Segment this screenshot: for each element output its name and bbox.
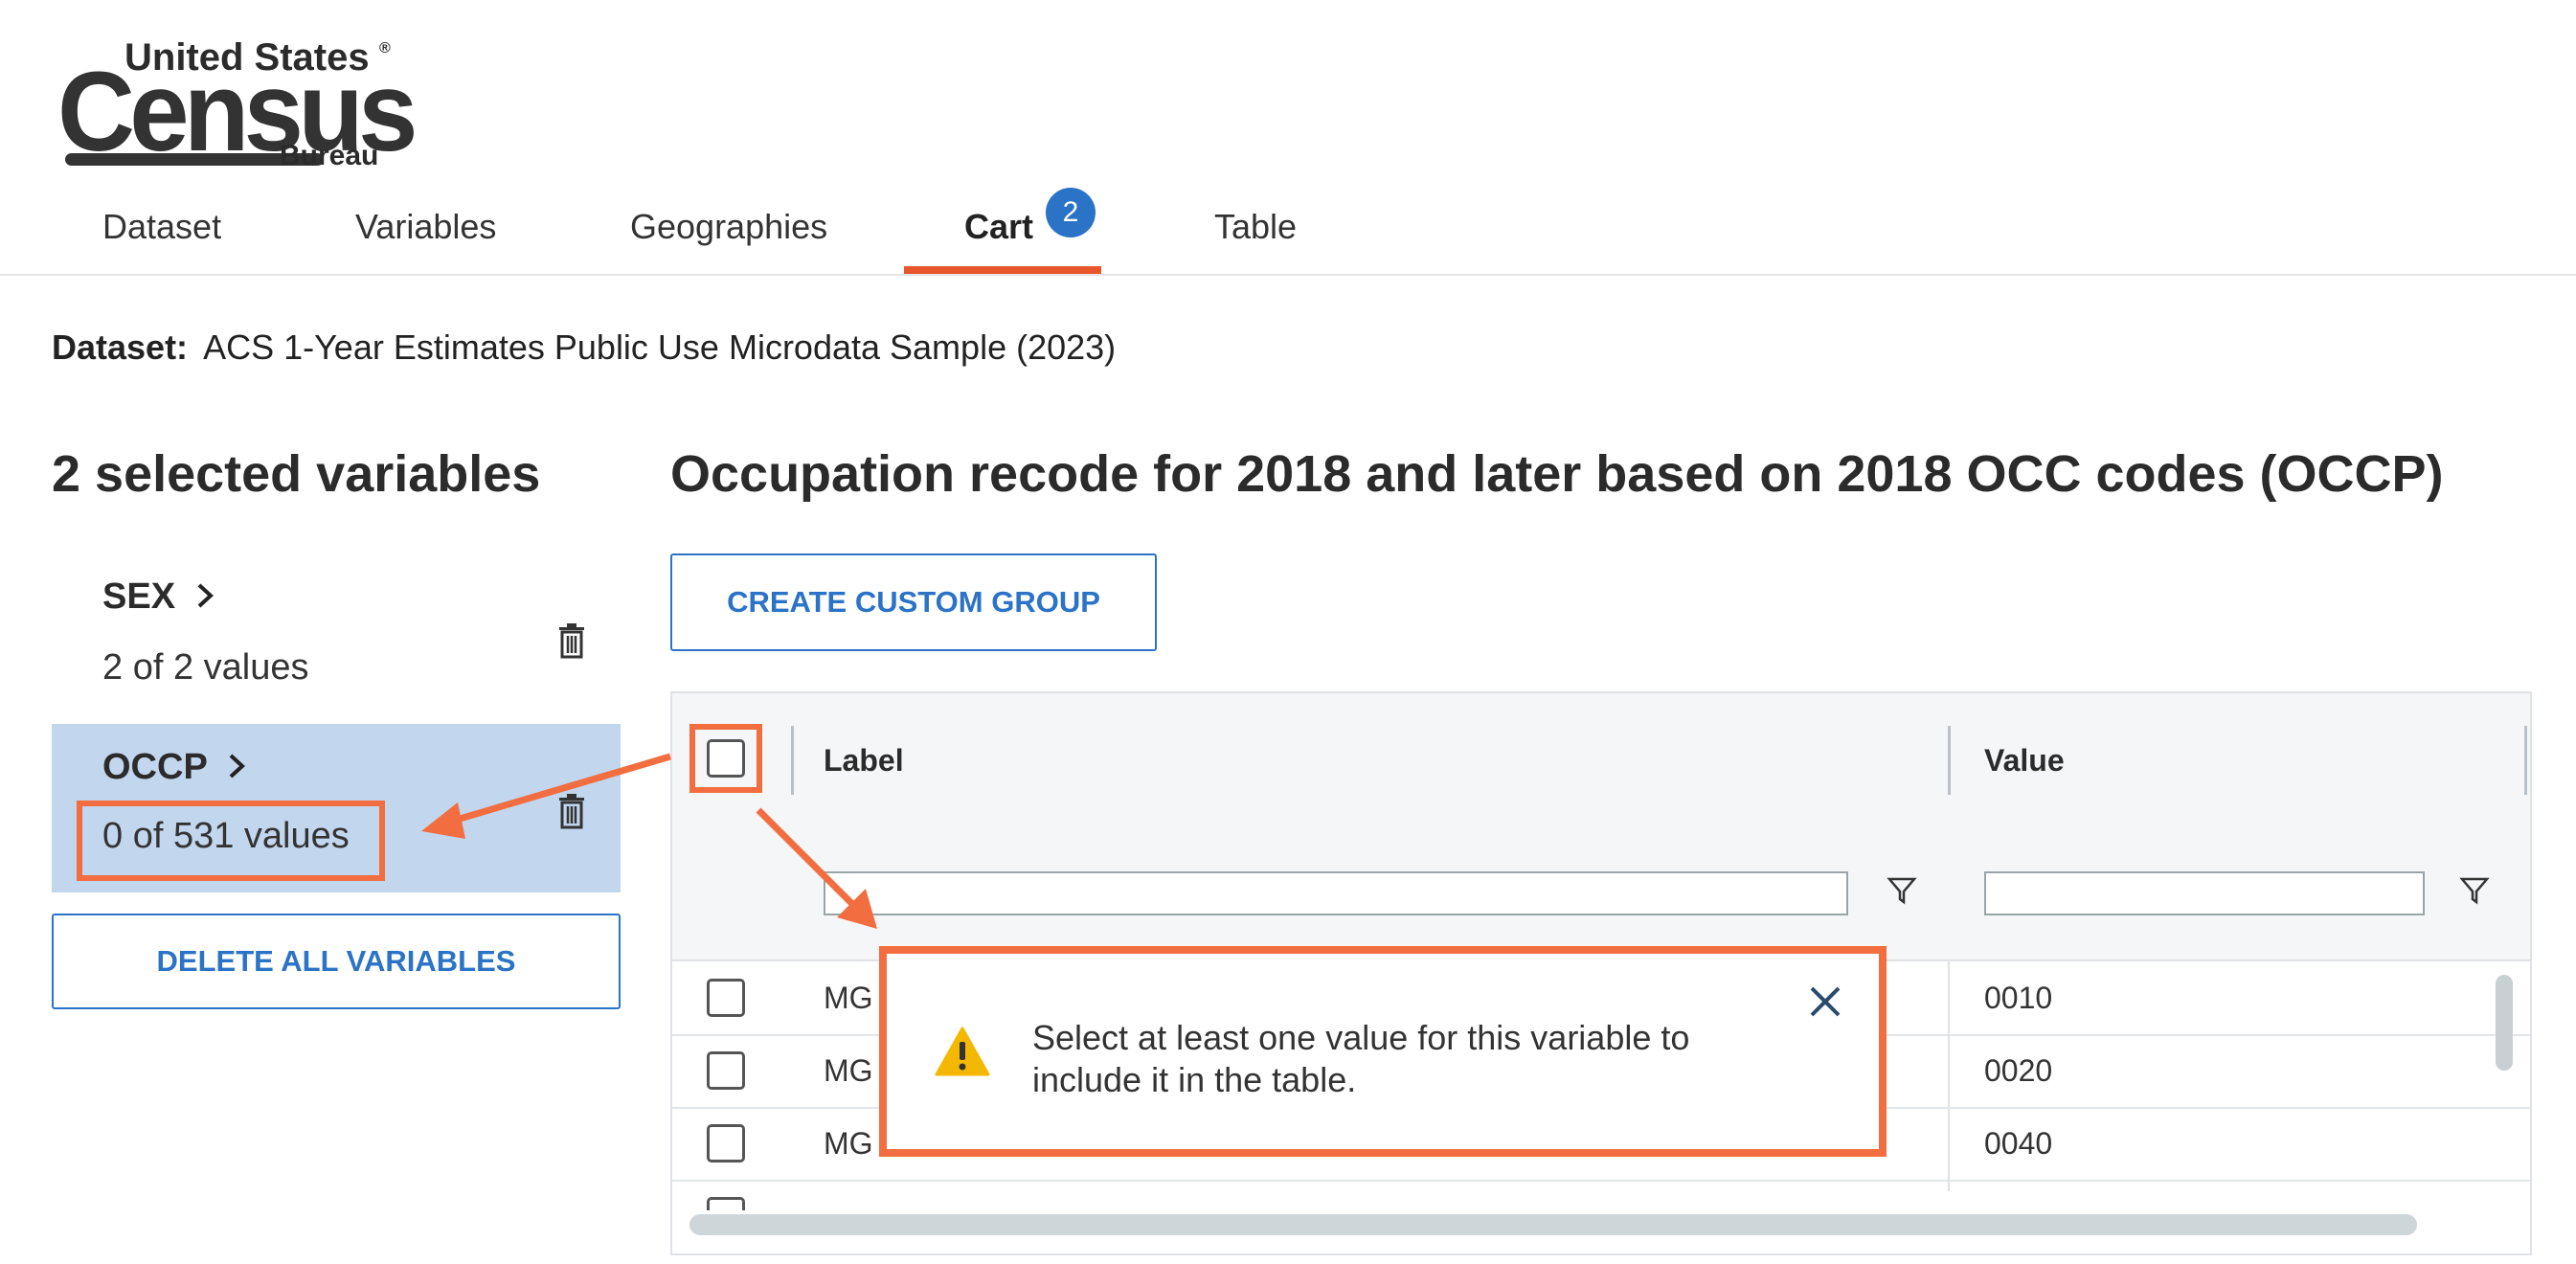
row-checkbox[interactable] xyxy=(707,1051,745,1090)
tab-dataset[interactable]: Dataset xyxy=(102,207,221,247)
warning-icon xyxy=(935,1027,990,1076)
cart-count-badge: 2 xyxy=(1046,188,1096,237)
warning-toast: Select at least one value for this varia… xyxy=(879,946,1887,1157)
page-title: Occupation recode for 2018 and later bas… xyxy=(670,445,2444,503)
vertical-scrollbar[interactable] xyxy=(2496,975,2513,1071)
active-tab-indicator xyxy=(904,266,1101,274)
callout-highlight-checkbox xyxy=(689,724,762,793)
row-checkbox[interactable] xyxy=(707,1197,745,1210)
chevron-right-icon xyxy=(229,754,246,779)
census-logo[interactable]: United States ® Census Bureau xyxy=(57,36,418,180)
row-checkbox[interactable] xyxy=(707,1124,745,1162)
grid-header: Label Value xyxy=(672,693,2530,829)
variable-name: OCCP xyxy=(102,747,208,787)
grid-filter-row xyxy=(672,827,2530,961)
column-separator[interactable] xyxy=(2524,726,2527,795)
variable-occp-link[interactable]: OCCP xyxy=(102,747,248,788)
row-value: 0010 xyxy=(1984,981,2053,1015)
variable-summary: 2 of 2 values xyxy=(102,647,309,688)
trash-icon[interactable] xyxy=(557,793,586,829)
logo-line3: Bureau xyxy=(280,140,379,171)
nav-divider xyxy=(0,274,2576,276)
column-header-label[interactable]: Label xyxy=(824,743,904,779)
close-icon[interactable] xyxy=(1808,984,1842,1019)
dataset-value: ACS 1-Year Estimates Public Use Microdat… xyxy=(203,327,1117,367)
variable-sex-link[interactable]: SEX xyxy=(102,576,216,618)
filter-icon[interactable] xyxy=(1887,875,1917,906)
callout-highlight-values xyxy=(77,801,385,881)
dataset-info: Dataset: ACS 1-Year Estimates Public Use … xyxy=(52,327,1116,368)
row-checkbox[interactable] xyxy=(707,979,745,1017)
selected-variables-title: 2 selected variables xyxy=(52,445,541,503)
trash-icon[interactable] xyxy=(557,622,586,659)
column-separator[interactable] xyxy=(1948,726,1951,795)
column-header-value[interactable]: Value xyxy=(1984,743,2065,779)
tab-variables[interactable]: Variables xyxy=(355,207,496,247)
variable-name: SEX xyxy=(102,576,176,617)
column-separator xyxy=(1948,961,1950,1191)
filter-icon[interactable] xyxy=(2459,875,2490,906)
value-filter-input[interactable] xyxy=(1984,871,2425,915)
horizontal-scrollbar[interactable] xyxy=(689,1214,2417,1235)
tab-geographies[interactable]: Geographies xyxy=(630,207,827,247)
row-label: MG xyxy=(824,981,873,1015)
column-separator[interactable] xyxy=(791,726,794,795)
dataset-label: Dataset: xyxy=(52,327,189,367)
row-label: MG xyxy=(824,1053,873,1088)
label-filter-input[interactable] xyxy=(824,871,1848,915)
create-custom-group-button[interactable]: CREATE CUSTOM GROUP xyxy=(670,553,1157,651)
chevron-right-icon xyxy=(197,583,214,608)
tab-table[interactable]: Table xyxy=(1214,207,1297,247)
delete-all-variables-button[interactable]: DELETE ALL VARIABLES xyxy=(52,914,621,1009)
row-label: MG xyxy=(824,1126,873,1161)
toast-message: Select at least one value for this varia… xyxy=(1032,1018,1690,1099)
tab-cart[interactable]: Cart xyxy=(964,207,1033,247)
row-value: 0040 xyxy=(1984,1126,2053,1161)
row-value: 0020 xyxy=(1984,1053,2053,1088)
